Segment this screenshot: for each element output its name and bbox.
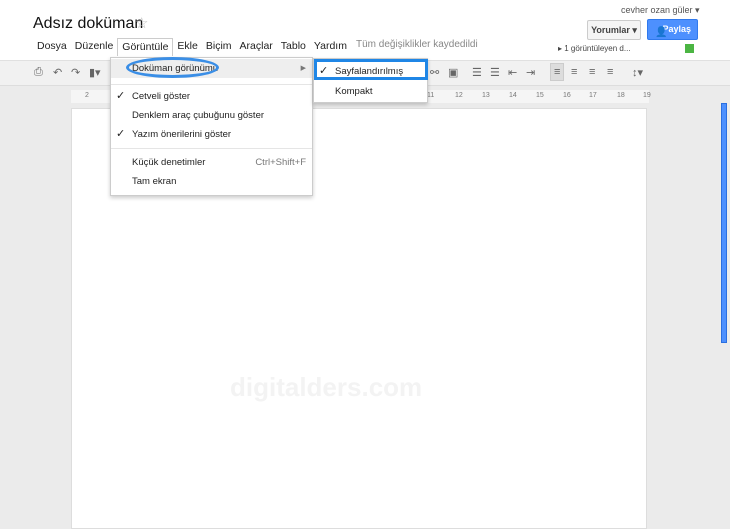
viewers-indicator[interactable]: ▸ 1 görüntüleyen d... (558, 44, 631, 53)
paint-format-icon[interactable]: ▮▾ (89, 66, 101, 79)
item-label: Cetveli göster (132, 91, 191, 102)
comments-button[interactable]: Yorumlar ▾ (587, 20, 641, 40)
item-label: Denklem araç çubuğunu göster (132, 110, 265, 121)
collaborator-color (685, 44, 694, 53)
menu-table[interactable]: Tablo (277, 38, 310, 56)
align-left-icon[interactable]: ≡ (550, 63, 565, 81)
share-button[interactable]: 👤 Paylaş (647, 19, 698, 40)
item-label: Yazım önerilerini göster (132, 129, 232, 140)
menu-file[interactable]: Dosya (33, 38, 71, 56)
submenu-arrow-icon: ▶ (300, 65, 306, 72)
redo-icon[interactable]: ↷ (71, 66, 80, 79)
watermark: digitalders.com (230, 372, 423, 402)
link-icon[interactable]: ⚯ (430, 66, 439, 79)
divider (111, 148, 312, 149)
person-icon: 👤 (655, 27, 668, 38)
save-status: Tüm değişiklikler kaydedildi (356, 39, 478, 50)
increase-indent-icon[interactable]: ⇥ (526, 66, 535, 79)
menu-item-equation-toolbar[interactable]: Denklem araç çubuğunu göster (111, 106, 312, 125)
menu-view[interactable]: Görüntüle (117, 38, 174, 56)
view-menu: Doküman görünümü ▶ ✓ Cetveli göster Denkle… (110, 57, 313, 196)
align-right-icon[interactable]: ≡ (589, 66, 595, 78)
check-icon: ✓ (116, 128, 126, 140)
scrollbar[interactable] (721, 103, 727, 343)
star-icon[interactable]: ☆ (135, 14, 148, 32)
ruler-tick: 15 (536, 92, 544, 99)
bulleted-list-icon[interactable]: ☰ (490, 66, 500, 79)
menu-format[interactable]: Biçim (202, 38, 236, 56)
menu-item-spell-suggestions[interactable]: ✓ Yazım önerilerini göster (111, 125, 312, 144)
item-label: Küçük denetimler (132, 157, 206, 168)
item-label: Tam ekran (132, 176, 177, 187)
viewers-label: 1 görüntüleyen d... (564, 44, 631, 53)
ruler-tick: 13 (482, 92, 490, 99)
submenu-item-compact[interactable]: Kompakt (314, 82, 427, 101)
item-label: Kompakt (335, 86, 373, 97)
doc-title[interactable]: Adsız doküman (33, 15, 143, 33)
decrease-indent-icon[interactable]: ⇤ (508, 66, 517, 79)
divider (111, 84, 312, 85)
shortcut: Ctrl+Shift+F (255, 157, 306, 168)
ruler-tick: 14 (509, 92, 517, 99)
ruler-tick: 12 (455, 92, 463, 99)
align-center-icon[interactable]: ≡ (571, 66, 577, 78)
menubar: Dosya Düzenle Görüntüle Ekle Biçim Araçl… (33, 38, 351, 56)
menu-item-fullscreen[interactable]: Tam ekran (111, 172, 312, 191)
line-spacing-icon[interactable]: ↕▾ (632, 66, 643, 79)
ruler-tick: 17 (589, 92, 597, 99)
menu-help[interactable]: Yardım (310, 38, 351, 56)
check-icon: ✓ (116, 90, 126, 102)
menu-tools[interactable]: Araçlar (236, 38, 277, 56)
user-account[interactable]: cevher ozan güler ▾ (621, 5, 700, 16)
menu-edit[interactable]: Düzenle (71, 38, 118, 56)
highlight-circle (126, 57, 219, 78)
image-icon[interactable]: ▣ (448, 66, 458, 79)
undo-icon[interactable]: ↶ (53, 66, 62, 79)
justify-icon[interactable]: ≡ (607, 66, 613, 78)
menu-item-compact-controls[interactable]: Küçük denetimler Ctrl+Shift+F (111, 153, 312, 172)
numbered-list-icon[interactable]: ☰ (472, 66, 482, 79)
menu-item-show-ruler[interactable]: ✓ Cetveli göster (111, 87, 312, 106)
ruler-tick: 19 (643, 92, 651, 99)
ruler-tick: 2 (85, 92, 89, 99)
print-icon[interactable]: ⎙ (34, 66, 43, 79)
ruler-tick: 11 (427, 92, 435, 99)
ruler-tick: 16 (563, 92, 571, 99)
menu-insert[interactable]: Ekle (173, 38, 201, 56)
highlight-box (314, 59, 428, 80)
ruler-tick: 18 (617, 92, 625, 99)
